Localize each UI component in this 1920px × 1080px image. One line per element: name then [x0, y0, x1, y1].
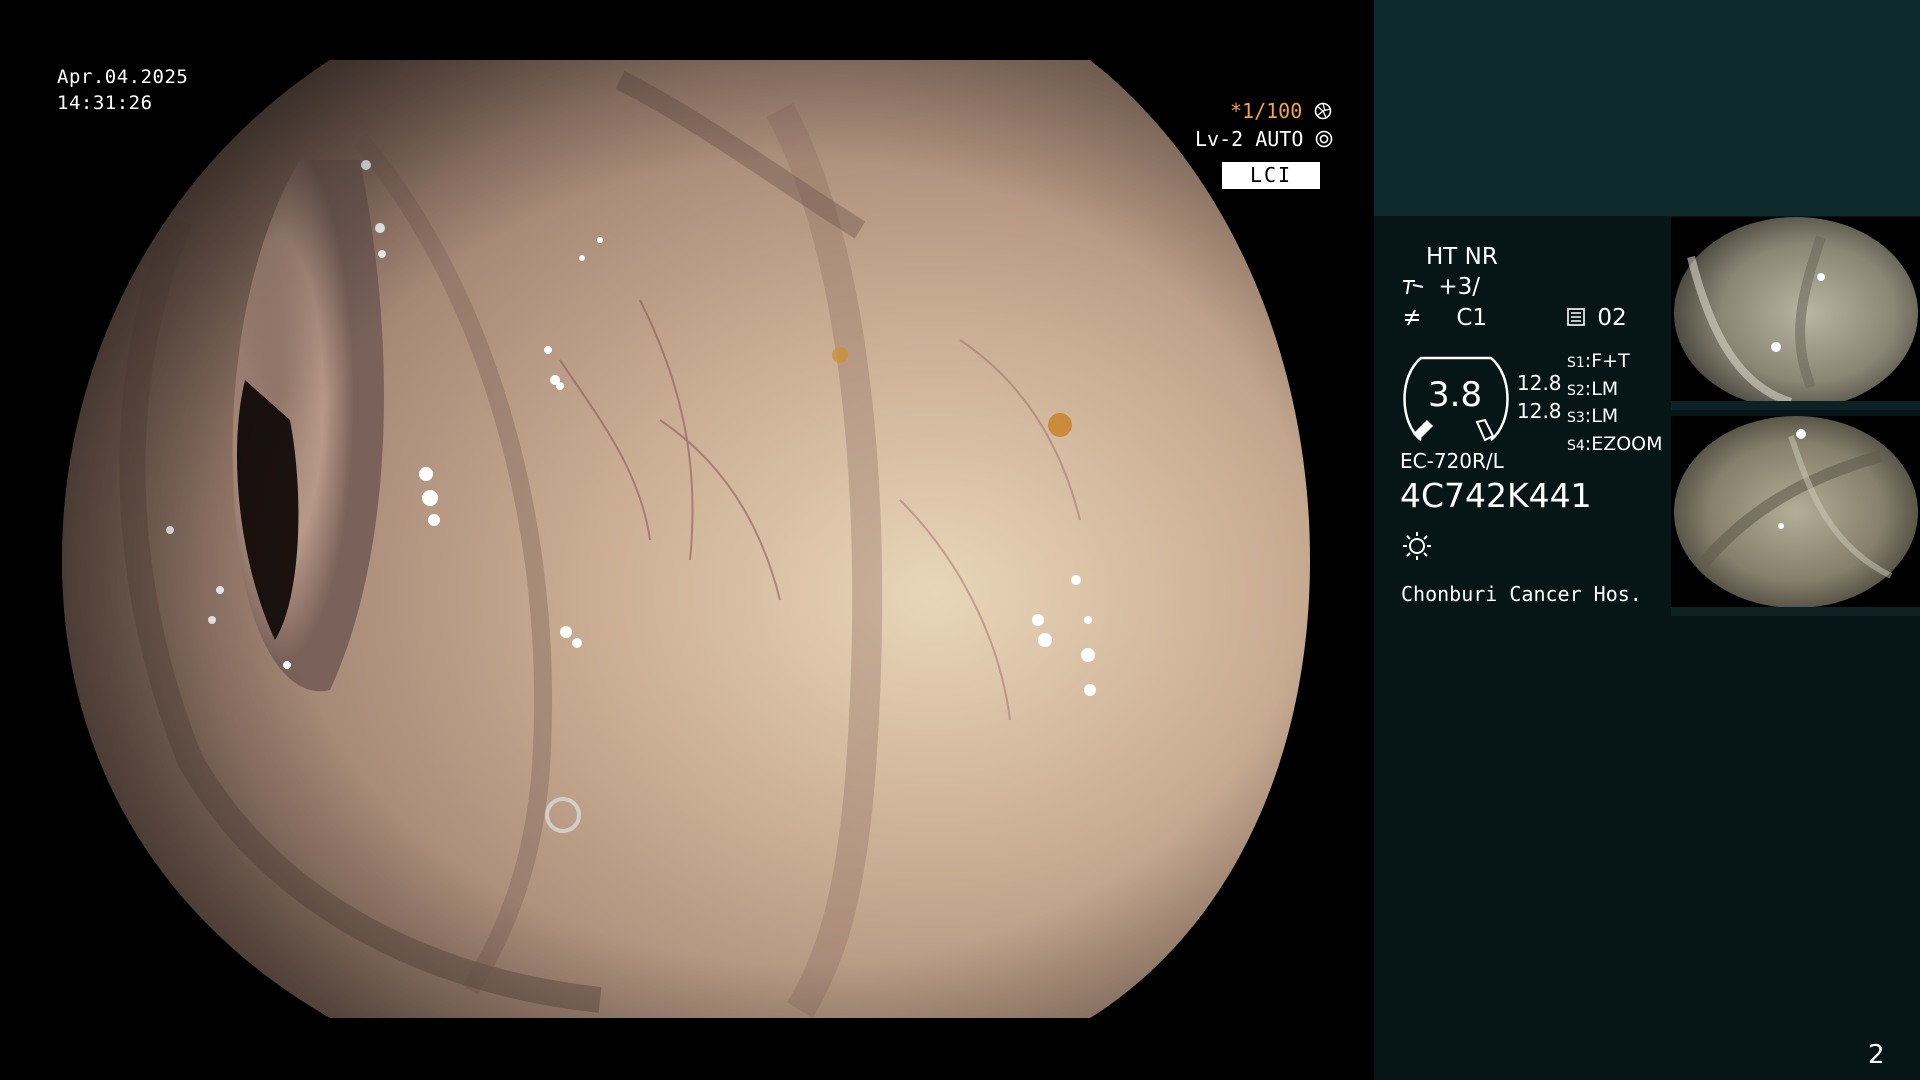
switch-value: EZOOM [1591, 432, 1663, 455]
switch-key: S4 [1567, 437, 1585, 454]
thumbnail-image [1674, 416, 1918, 608]
switch-value: LM [1591, 377, 1619, 400]
date-text: Apr.04.2025 [57, 66, 189, 88]
enhance-icon [1403, 280, 1424, 295]
switch-key: S2 [1567, 382, 1585, 399]
endoscopy-image [62, 60, 1310, 1018]
switch-item: S1:F+T [1567, 350, 1630, 372]
scope-model: EC-720R/L [1400, 449, 1504, 473]
shutter-text: *1/100 [1230, 99, 1303, 123]
shutter-speed: *1/100 [1230, 99, 1332, 123]
memo-row: 02 [1566, 305, 1627, 331]
color-value: C1 [1456, 305, 1488, 331]
zoom-value: 3.8 [1428, 375, 1483, 415]
thumbnail-caption-bar [1671, 401, 1920, 410]
thumbnail-2[interactable] [1671, 416, 1920, 616]
hospital-name: Chonburi Cancer Hos. [1401, 582, 1642, 606]
light-source-icon [1403, 532, 1431, 560]
level-text: Lv-2 AUTO [1195, 127, 1304, 151]
iris-icon [1316, 130, 1333, 148]
datetime-display: Apr.04.2025 14:31:26 [57, 64, 188, 116]
imaging-mode-badge: LCI [1222, 162, 1320, 189]
switch-item: S4:EZOOM [1567, 432, 1663, 455]
ht-nr-text: HT NR [1426, 244, 1498, 270]
memo-value: 02 [1597, 305, 1627, 331]
info-panel-header [1374, 0, 1920, 216]
thumbnail-caption-bar [1671, 607, 1920, 616]
switch-value: F+T [1591, 350, 1630, 372]
structure-enhance-row: +3/ [1401, 274, 1480, 300]
scope-serial: 4C742K441 [1400, 476, 1592, 515]
switch-item: S2:LM [1567, 377, 1619, 400]
enhance-value: +3/ [1438, 274, 1480, 300]
thumbnail-image [1674, 217, 1918, 409]
switch-key: S1 [1567, 355, 1585, 371]
switch-key: S3 [1567, 410, 1585, 426]
brightness-level: Lv-2 AUTO [1195, 127, 1333, 151]
color-row: C1 [1401, 305, 1487, 331]
value-1: 12.8 [1517, 371, 1562, 395]
page-number: 2 [1868, 1040, 1885, 1070]
switch-list: S1:F+T S2:LM S3:LM S4:EZOOM [1567, 349, 1663, 459]
value-2: 12.8 [1517, 399, 1562, 423]
color-icon [1405, 309, 1419, 326]
switch-value: LM [1591, 405, 1619, 427]
aperture-icon [1314, 102, 1332, 120]
time-text: 14:31:26 [57, 92, 153, 114]
endoscope-view: Apr.04.2025 14:31:26 *1/100 Lv-2 AUTO LC… [0, 0, 1374, 1080]
switch-item: S3:LM [1567, 405, 1619, 427]
thumbnail-1[interactable] [1671, 217, 1920, 410]
memo-icon [1567, 308, 1585, 326]
